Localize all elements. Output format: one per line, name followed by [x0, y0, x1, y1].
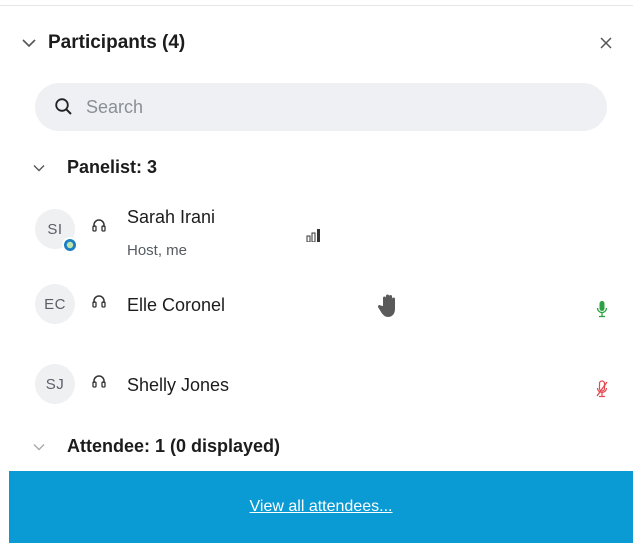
search-icon	[55, 98, 72, 115]
chevron-down-icon[interactable]	[32, 440, 46, 454]
top-divider	[0, 5, 633, 6]
avatar: SJ	[35, 364, 75, 404]
host-badge-icon	[62, 237, 78, 253]
avatar-initials: EC	[44, 295, 66, 313]
participant-row[interactable]: SI Sarah Irani Host, me	[0, 200, 633, 260]
search-input[interactable]	[84, 95, 568, 119]
raised-hand-icon[interactable]	[378, 292, 400, 318]
attendee-section-label: Attendee: 1 (0 displayed)	[67, 436, 281, 456]
participants-header: Participants (4)	[20, 28, 615, 58]
view-all-attendees-link[interactable]: View all attendees...	[250, 498, 393, 516]
headset-icon	[92, 219, 106, 232]
participant-name: Elle Coronel	[127, 295, 226, 315]
avatar: EC	[35, 284, 75, 324]
search-box[interactable]	[35, 83, 607, 131]
chevron-down-icon[interactable]	[32, 161, 46, 175]
panelist-section-label: Panelist: 3	[67, 157, 158, 177]
signal-strength-icon	[306, 229, 320, 242]
attendee-section-header[interactable]: Attendee: 1 (0 displayed)	[32, 436, 280, 457]
microphone-muted-icon[interactable]	[596, 380, 608, 398]
participant-row[interactable]: SJ Shelly Jones	[0, 356, 633, 416]
participant-name: Sarah Irani	[127, 207, 216, 227]
participant-role: Host, me	[127, 242, 188, 259]
headset-icon	[92, 295, 106, 308]
avatar-initials: SJ	[45, 375, 65, 393]
microphone-icon[interactable]	[596, 300, 608, 318]
headset-icon	[92, 375, 106, 388]
panelist-section-header[interactable]: Panelist: 3	[32, 157, 157, 178]
chevron-down-icon[interactable]	[20, 34, 38, 52]
close-icon[interactable]	[597, 34, 615, 52]
avatar-initials: SI	[47, 220, 63, 238]
participant-row[interactable]: EC Elle Coronel	[0, 278, 633, 338]
attendees-footer: View all attendees...	[9, 471, 633, 543]
participant-name: Shelly Jones	[127, 375, 230, 395]
panel-title: Participants (4)	[48, 32, 186, 53]
